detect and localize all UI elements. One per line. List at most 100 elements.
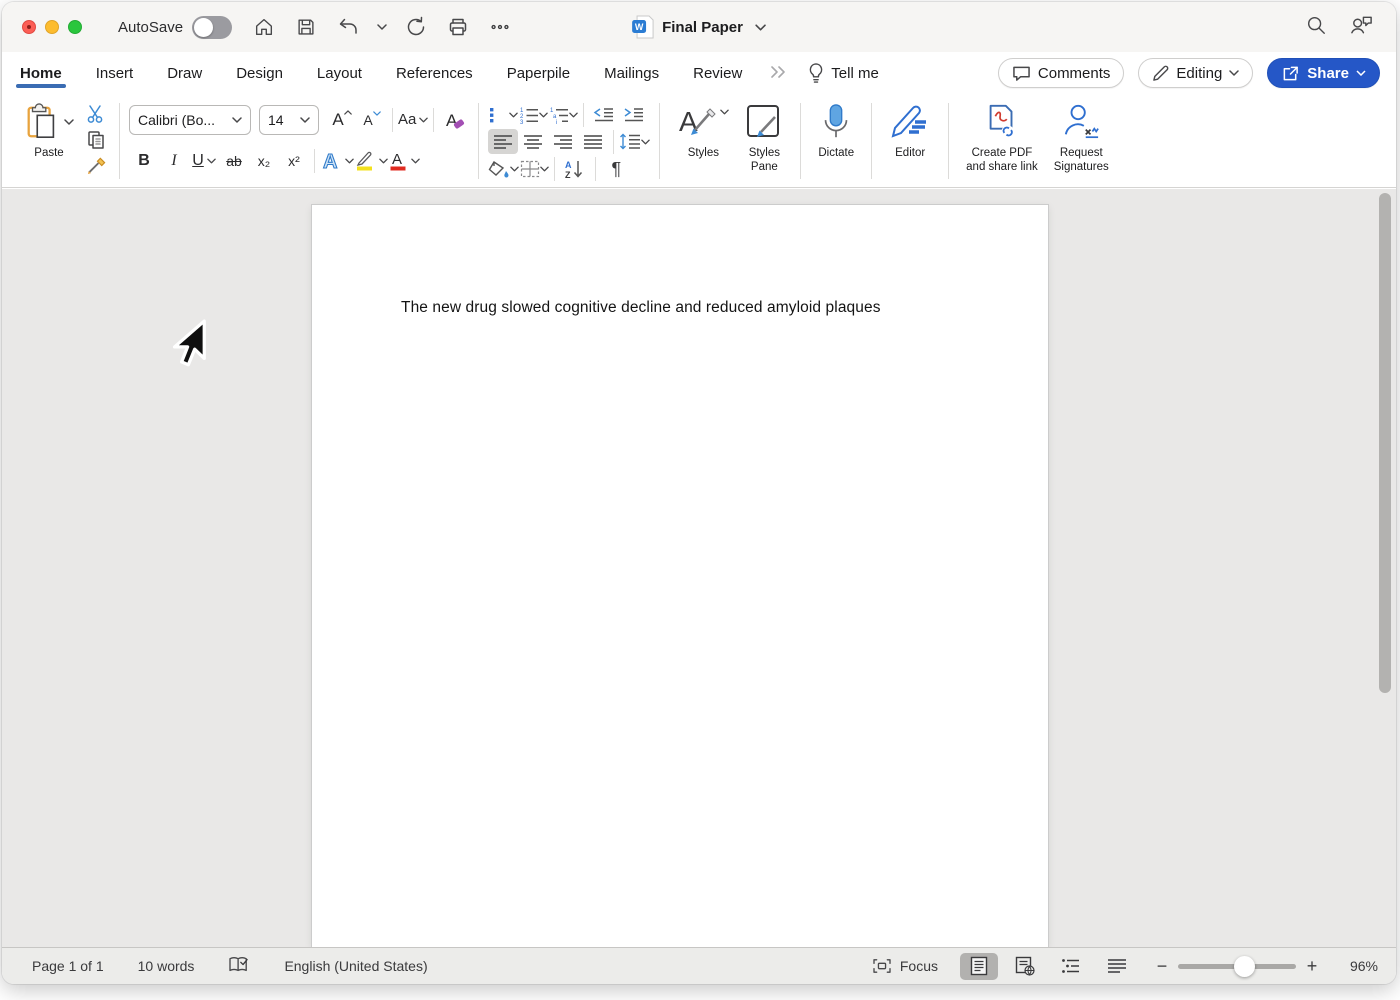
vertical-scrollbar[interactable]: [1379, 193, 1391, 693]
tab-draw[interactable]: Draw: [165, 57, 204, 90]
strikethrough-button[interactable]: ab: [219, 147, 249, 175]
proofing-icon[interactable]: [228, 956, 250, 977]
svg-text:3: 3: [520, 120, 524, 124]
tab-paperpile[interactable]: Paperpile: [505, 57, 572, 90]
page-indicator[interactable]: Page 1 of 1: [32, 958, 104, 974]
paste-button[interactable]: Paste: [16, 99, 82, 183]
focus-button[interactable]: Focus: [872, 958, 938, 974]
web-layout-view-button[interactable]: [1006, 953, 1044, 980]
create-pdf-share-link-button[interactable]: Create PDF and share link: [958, 99, 1046, 183]
chevron-down-icon: [1229, 70, 1239, 76]
svg-text:Z: Z: [565, 170, 571, 179]
draft-view-button[interactable]: [1098, 953, 1136, 980]
font-size-select[interactable]: 14: [259, 105, 319, 135]
document-page[interactable]: The new drug slowed cognitive decline an…: [312, 205, 1048, 947]
title-chevron-icon[interactable]: [755, 24, 766, 31]
zoom-slider[interactable]: [1178, 964, 1296, 969]
tab-design[interactable]: Design: [234, 57, 285, 90]
chevron-down-icon: [720, 109, 729, 115]
print-layout-view-button[interactable]: [960, 953, 998, 980]
underline-button[interactable]: U: [189, 147, 219, 175]
undo-button[interactable]: [334, 13, 362, 41]
word-window: AutoSave: [2, 2, 1396, 984]
font-name-select[interactable]: Calibri (Bo...: [129, 105, 251, 135]
shrink-font-button[interactable]: A: [357, 106, 387, 134]
sort-button[interactable]: AZ: [560, 157, 590, 182]
language-indicator[interactable]: English (United States): [284, 958, 427, 974]
editor-button[interactable]: Editor: [881, 99, 939, 183]
svg-text:A: A: [392, 151, 402, 168]
copy-button[interactable]: [82, 128, 110, 152]
zoom-slider-thumb[interactable]: [1234, 956, 1255, 977]
italic-button[interactable]: I: [159, 147, 189, 175]
subscript-button[interactable]: x₂: [249, 147, 279, 175]
zoom-in-button[interactable]: +: [1304, 956, 1320, 977]
cut-button[interactable]: [82, 102, 110, 126]
zoom-level[interactable]: 96%: [1334, 958, 1378, 974]
document-text[interactable]: The new drug slowed cognitive decline an…: [401, 299, 881, 317]
dictate-button[interactable]: Dictate: [810, 99, 862, 183]
change-case-button[interactable]: Aa: [398, 106, 428, 134]
tab-review[interactable]: Review: [691, 57, 744, 90]
document-title[interactable]: W Final Paper: [632, 15, 766, 39]
superscript-button[interactable]: x²: [279, 147, 309, 175]
save-icon[interactable]: [292, 13, 320, 41]
chevron-down-icon: [300, 117, 310, 123]
comment-icon: [1012, 65, 1031, 82]
font-color-button[interactable]: A: [388, 147, 420, 175]
format-painter-button[interactable]: [82, 154, 110, 178]
styles-button[interactable]: A Styles: [669, 99, 737, 183]
bullets-button[interactable]: [488, 102, 518, 127]
autosave-toggle[interactable]: [192, 16, 232, 39]
zoom-out-button[interactable]: −: [1154, 956, 1170, 977]
fullscreen-button[interactable]: [68, 20, 82, 34]
word-count[interactable]: 10 words: [138, 958, 195, 974]
increase-indent-button[interactable]: [619, 102, 649, 127]
justify-button[interactable]: [578, 129, 608, 154]
highlight-color-button[interactable]: [354, 147, 388, 175]
align-center-button[interactable]: [518, 129, 548, 154]
svg-text:W: W: [635, 22, 644, 32]
close-button[interactable]: [22, 20, 36, 34]
search-icon[interactable]: [1305, 14, 1327, 41]
editing-mode-button[interactable]: Editing: [1138, 58, 1253, 88]
home-icon[interactable]: [250, 13, 278, 41]
tab-mailings[interactable]: Mailings: [602, 57, 661, 90]
clear-formatting-button[interactable]: A: [439, 106, 469, 134]
print-icon[interactable]: [444, 13, 472, 41]
tab-overflow-icon[interactable]: [770, 65, 788, 82]
align-left-button[interactable]: [488, 129, 518, 154]
styles-pane-button[interactable]: Styles Pane: [737, 99, 791, 183]
shading-button[interactable]: [488, 157, 519, 182]
share-button[interactable]: Share: [1267, 58, 1380, 88]
borders-button[interactable]: [519, 157, 549, 182]
numbering-button[interactable]: 123: [518, 102, 548, 127]
grow-font-button[interactable]: A: [327, 106, 357, 134]
multilevel-list-button[interactable]: 1ai: [548, 102, 578, 127]
request-signatures-button[interactable]: Request Signatures: [1046, 99, 1117, 183]
more-options-icon[interactable]: [486, 13, 514, 41]
send-feedback-icon[interactable]: [1349, 13, 1374, 42]
outline-view-button[interactable]: [1052, 953, 1090, 980]
tab-insert[interactable]: Insert: [94, 57, 136, 90]
align-right-button[interactable]: [548, 129, 578, 154]
chevron-down-icon: [641, 139, 650, 145]
bold-button[interactable]: B: [129, 147, 159, 175]
tell-me[interactable]: Tell me: [808, 63, 879, 84]
document-canvas[interactable]: The new drug slowed cognitive decline an…: [2, 189, 1396, 947]
decrease-indent-button[interactable]: [589, 102, 619, 127]
chevron-down-icon: [207, 158, 216, 164]
traffic-lights: [22, 20, 82, 34]
redo-button[interactable]: [402, 13, 430, 41]
undo-dropdown-chevron[interactable]: [376, 13, 388, 41]
line-spacing-button[interactable]: [619, 129, 650, 154]
tab-references[interactable]: References: [394, 57, 475, 90]
comments-button[interactable]: Comments: [998, 58, 1125, 88]
minimize-button[interactable]: [45, 20, 59, 34]
paste-dropdown-chevron[interactable]: [64, 119, 74, 125]
ribbon-tabbar: Home Insert Draw Design Layout Reference…: [2, 52, 1396, 94]
text-effects-button[interactable]: A: [320, 147, 354, 175]
tab-home[interactable]: Home: [18, 57, 64, 90]
tab-layout[interactable]: Layout: [315, 57, 364, 90]
show-paragraph-marks-button[interactable]: ¶: [601, 157, 631, 182]
